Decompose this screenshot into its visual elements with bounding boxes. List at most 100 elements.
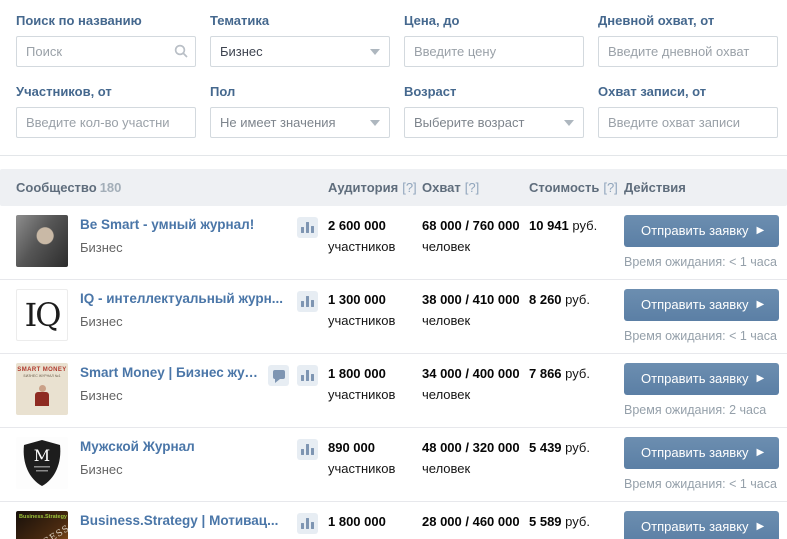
shield-icon: M xyxy=(23,440,61,486)
price-input[interactable] xyxy=(404,36,584,67)
cost-value: 5 439 руб. xyxy=(529,440,590,455)
column-header-cost: Стоимость [?] xyxy=(529,180,624,195)
comment-icon[interactable] xyxy=(268,365,289,386)
wait-time-label: Время ожидания: < 1 часа xyxy=(624,329,777,343)
avatar-subtext: SUCCESS xyxy=(21,524,68,539)
age-select[interactable]: Выберите возраст xyxy=(404,107,584,138)
reach-cell: 38 000 / 410 000 человек xyxy=(422,289,529,328)
actions-cell: Отправить заявку▶ Время ожидания: < 1 ча… xyxy=(624,437,787,491)
reach-cell: 68 000 / 760 000 человек xyxy=(422,215,529,254)
audience-value: 2 600 000 xyxy=(328,218,386,233)
send-request-button[interactable]: Отправить заявку ▶ xyxy=(624,437,780,469)
wait-time-label: Время ожидания: < 1 часа xyxy=(624,477,777,491)
cost-value: 5 589 руб. xyxy=(529,514,590,529)
cost-value: 8 260 руб. xyxy=(529,292,590,307)
column-header-reach: Охват [?] xyxy=(422,180,529,195)
cost-cell: 8 260 руб. xyxy=(529,289,624,307)
send-request-button[interactable]: Отправить заявку ▶ xyxy=(624,363,780,395)
audience-value: 1 800 000 xyxy=(328,514,386,529)
arrow-right-icon: ▶ xyxy=(756,446,765,458)
community-category: Бизнес xyxy=(80,388,123,403)
reach-value: 34 000 / 400 000 xyxy=(422,366,520,381)
filter-field-topic: Тематика Бизнес xyxy=(210,13,390,67)
reach-value: 38 000 / 410 000 xyxy=(422,292,520,307)
arrow-right-icon: ▶ xyxy=(756,298,765,310)
cost-cell: 7 866 руб. xyxy=(529,363,624,381)
topic-select[interactable]: Бизнес xyxy=(210,36,390,67)
daily-reach-input[interactable] xyxy=(598,36,778,67)
send-request-button[interactable]: Отправить заявку ▶ xyxy=(624,289,780,321)
avatar-text: Business.Strategy xyxy=(19,514,67,520)
community-title-link[interactable]: Smart Money | Бизнес журнал xyxy=(80,365,260,380)
post-reach-input[interactable] xyxy=(598,107,778,138)
stats-icon[interactable] xyxy=(297,291,318,312)
table-row: Be Smart - умный журнал! Бизнес 2 600 00… xyxy=(0,206,787,279)
stats-icon[interactable] xyxy=(297,365,318,386)
reach-cell: 28 000 / 460 000 человек xyxy=(422,511,529,539)
reach-unit: человек xyxy=(422,313,471,328)
actions-cell: Отправить заявку▶ Время ожидания: < 1 ча… xyxy=(624,511,787,539)
reach-help-icon[interactable]: [?] xyxy=(465,180,479,195)
audience-value: 1 800 000 xyxy=(328,366,386,381)
arrow-right-icon: ▶ xyxy=(756,224,765,236)
filter-field-search: Поиск по названию xyxy=(16,13,196,67)
audience-help-icon[interactable]: [?] xyxy=(402,180,416,195)
audience-unit: участников xyxy=(328,535,414,539)
arrow-right-icon: ▶ xyxy=(756,520,765,532)
community-avatar[interactable]: M xyxy=(16,437,68,489)
filter-label-price: Цена, до xyxy=(404,13,460,28)
audience-cell: 1 300 000 участников xyxy=(328,289,422,328)
gender-select-value: Не имеет значения xyxy=(220,115,336,130)
audience-unit: участников xyxy=(328,239,396,254)
stats-icon[interactable] xyxy=(297,217,318,238)
community-title-link[interactable]: IQ - интеллектуальный журн... xyxy=(80,291,289,306)
table-header: Сообщество 180 Аудитория [?] Охват [?] Стои… xyxy=(0,169,787,206)
reach-header-label: Охват xyxy=(422,180,461,195)
chevron-down-icon xyxy=(564,119,574,126)
filter-label-gender: Пол xyxy=(210,84,236,99)
cost-cell: 5 439 руб. xyxy=(529,437,624,455)
avatar-text: SMART MONEY xyxy=(17,367,67,373)
stats-icon[interactable] xyxy=(297,513,318,534)
gender-select[interactable]: Не имеет значения xyxy=(210,107,390,138)
actions-cell: Отправить заявку▶ Время ожидания: < 1 ча… xyxy=(624,289,787,343)
avatar-figure xyxy=(35,385,49,406)
members-input[interactable] xyxy=(16,107,196,138)
stats-icon[interactable] xyxy=(297,439,318,460)
cost-cell: 10 941 руб. xyxy=(529,215,624,233)
cost-help-icon[interactable]: [?] xyxy=(603,180,617,195)
audience-value: 1 300 000 xyxy=(328,292,386,307)
send-request-button[interactable]: Отправить заявку ▶ xyxy=(624,511,780,539)
reach-cell: 48 000 / 320 000 человек xyxy=(422,437,529,476)
arrow-right-icon: ▶ xyxy=(756,372,765,384)
communities-list: Сообщество 180 Аудитория [?] Охват [?] Стои… xyxy=(0,169,787,539)
filter-field-daily-reach: Дневной охват, от xyxy=(598,13,778,67)
community-category: Бизнес xyxy=(80,240,123,255)
actions-header-label: Действия xyxy=(624,180,686,195)
community-title-link[interactable]: Business.Strategy | Мотивац... xyxy=(80,513,289,528)
column-header-community: Сообщество 180 xyxy=(0,180,328,195)
community-count: 180 xyxy=(99,180,122,195)
column-header-actions: Действия xyxy=(624,180,787,195)
filter-field-price: Цена, до xyxy=(404,13,584,67)
community-avatar[interactable]: Business.Strategy SUCCESS xyxy=(16,511,68,539)
cost-value: 10 941 руб. xyxy=(529,218,598,233)
table-row: IQ IQ - интеллектуальный журн... Бизнес … xyxy=(0,279,787,353)
community-avatar[interactable]: SMART MONEY БИЗНЕС ЖУРНАЛ №1 xyxy=(16,363,68,415)
community-title-link[interactable]: Мужской Журнал xyxy=(80,439,289,454)
community-avatar[interactable] xyxy=(16,215,68,267)
community-category: Бизнес xyxy=(80,314,123,329)
filter-field-post-reach: Охват записи, от xyxy=(598,84,778,138)
topic-select-value: Бизнес xyxy=(220,44,263,59)
audience-cell: 1 800 000 участников xyxy=(328,363,422,402)
reach-unit: человек xyxy=(422,461,471,476)
send-request-button[interactable]: Отправить заявку ▶ xyxy=(624,215,780,247)
filter-label-post-reach: Охват записи, от xyxy=(598,84,707,99)
community-title-link[interactable]: Be Smart - умный журнал! xyxy=(80,217,289,232)
search-input[interactable] xyxy=(16,36,196,67)
filter-label-members: Участников, от xyxy=(16,84,112,99)
filter-label-search: Поиск по названию xyxy=(16,13,142,28)
community-avatar[interactable]: IQ xyxy=(16,289,68,341)
chevron-down-icon xyxy=(370,119,380,126)
audience-value: 890 000 xyxy=(328,440,375,455)
